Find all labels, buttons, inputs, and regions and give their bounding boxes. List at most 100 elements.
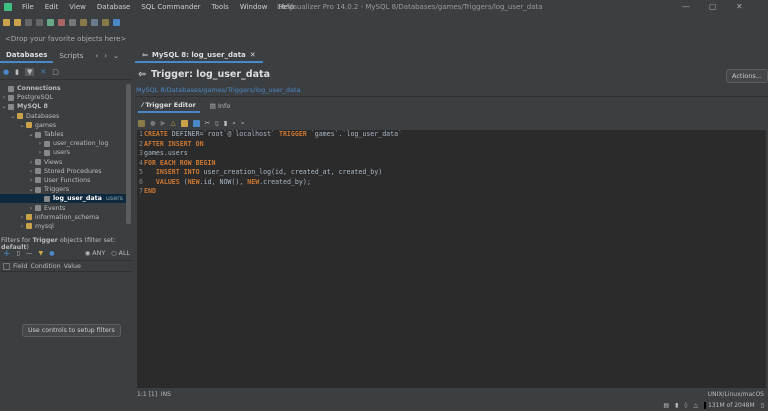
run-icon[interactable] [113, 18, 120, 26]
menu-view[interactable]: View [69, 3, 86, 11]
expand-icon[interactable]: ✕ [40, 68, 46, 76]
tree-node[interactable]: › Stored Procedures [0, 167, 126, 176]
chevron-right-icon[interactable]: › [36, 140, 44, 147]
chevron-down-icon[interactable]: ⌄ [9, 113, 17, 120]
tab-info[interactable]: ▤ Info [210, 102, 231, 112]
tree-node[interactable]: › information_schema [0, 213, 126, 222]
filter-icon[interactable]: ▼ [24, 67, 35, 76]
monitor-icon[interactable] [91, 18, 98, 26]
chevron-down-icon[interactable]: ⌄ [27, 131, 35, 138]
tree-node[interactable]: ⌄ games [0, 121, 126, 130]
collapse-icon[interactable]: ▮ [15, 68, 19, 76]
save-all-icon[interactable] [36, 18, 43, 26]
open-icon[interactable] [180, 119, 188, 127]
chevron-down-icon[interactable]: ⌄ [0, 103, 8, 110]
save-icon[interactable] [25, 18, 32, 26]
find-icon[interactable]: ⌕ [232, 119, 236, 128]
export-icon[interactable] [102, 18, 109, 26]
open-file-icon[interactable] [14, 18, 21, 26]
code-line: 2 AFTER INSERT ON [137, 140, 766, 150]
tree-node[interactable]: ⌄ Databases [0, 112, 126, 121]
stop-icon[interactable]: ● [150, 119, 156, 127]
refresh-icon[interactable]: ● [49, 250, 55, 257]
chevron-down-icon[interactable]: ⌄ [113, 52, 119, 60]
tree-node[interactable]: › user_creation_log [0, 139, 126, 148]
menu-edit[interactable]: Edit [45, 3, 59, 11]
memory-indicator[interactable]: 131M of 2048M [704, 402, 755, 409]
copy-icon[interactable]: ▯ [215, 119, 219, 127]
refresh-icon[interactable]: ● [3, 68, 9, 76]
window-icon[interactable]: ▢ [52, 68, 59, 76]
close-tab-icon[interactable]: ✕ [250, 51, 256, 59]
warning-icon[interactable]: △ [693, 402, 698, 409]
line-ending[interactable]: UNIX/Linux/macOS [708, 391, 764, 398]
setup-filters-button[interactable]: Use controls to setup filters [22, 324, 121, 337]
tree-node[interactable]: › PostgreSQL [0, 93, 126, 102]
disconnect-icon[interactable] [58, 18, 65, 26]
save-icon[interactable] [138, 119, 145, 127]
location-icon[interactable]: ◊ [684, 402, 687, 409]
cut-icon[interactable]: ✂ [205, 119, 210, 127]
node-label: user_creation_log [53, 140, 109, 148]
filter-icon[interactable]: ▼ [38, 250, 43, 257]
tree-node[interactable]: › Events [0, 203, 126, 212]
tree-node[interactable]: ⌄ MySQL 8 [0, 102, 126, 111]
tree-node[interactable]: › Views [0, 158, 126, 167]
tab-scripts[interactable]: Scripts [53, 49, 89, 63]
save-as-icon[interactable] [192, 119, 200, 127]
tree-node[interactable]: › users [0, 148, 126, 157]
node-icon [8, 94, 14, 101]
chevron-right-icon[interactable]: › [0, 94, 8, 101]
tree-node[interactable]: Connections [0, 84, 126, 93]
open-folder-icon[interactable] [3, 18, 10, 26]
chevron-right-icon[interactable]: › [18, 214, 26, 221]
database-icon[interactable] [69, 18, 76, 26]
chevron-left-icon[interactable]: ‹ [95, 52, 98, 60]
remove-icon[interactable]: — [26, 250, 32, 257]
warning-icon[interactable]: △ [171, 119, 176, 127]
chevron-right-icon[interactable]: › [27, 177, 35, 184]
trash-icon[interactable]: ▯ [761, 402, 764, 409]
chevron-right-icon[interactable]: › [36, 149, 44, 156]
chevron-down-icon[interactable]: ⌄ [18, 122, 26, 129]
copy-icon[interactable]: ▯ [17, 250, 20, 257]
tree-scrollbar[interactable] [126, 84, 131, 224]
console-icon[interactable]: ▤ [663, 402, 669, 409]
maximize-icon[interactable]: ▢ [709, 2, 717, 11]
chevron-right-icon[interactable]: › [104, 52, 107, 60]
menu-window[interactable]: Window [240, 3, 268, 11]
chevron-right-icon[interactable]: › [27, 159, 35, 166]
close-icon[interactable]: ✕ [736, 2, 743, 11]
select-all-checkbox[interactable] [3, 262, 10, 270]
breadcrumb[interactable]: MySQL 8/Databases/games/Triggers/log_use… [136, 86, 301, 94]
menu-file[interactable]: File [22, 3, 34, 11]
chevron-right-icon[interactable]: › [27, 205, 35, 212]
sql-editor[interactable]: 1 CREATE DEFINER=`root`@`localhost` TRIGG… [137, 130, 766, 388]
tree-node[interactable]: ⌄ Tables [0, 130, 126, 139]
tools-icon[interactable] [80, 18, 87, 26]
tab-log-user-data[interactable]: ⇦ MySQL 8: log_user_data ✕ [135, 49, 263, 63]
menu-tools[interactable]: Tools [212, 3, 229, 11]
radio-any[interactable]: ◉ ANY [85, 250, 105, 257]
paste-icon[interactable]: ▮ [224, 119, 228, 127]
tree-node[interactable]: log_user_data users [0, 194, 126, 204]
add-icon[interactable]: + [3, 249, 11, 259]
radio-all[interactable]: ○ ALL [111, 250, 130, 257]
tree-node[interactable]: ⌄ Triggers [0, 185, 126, 194]
replace-icon[interactable]: ⌕ [241, 119, 245, 128]
tab-trigger-editor[interactable]: ⁄ Trigger Editor [138, 101, 200, 113]
chevron-right-icon[interactable]: › [27, 168, 35, 175]
tree-node[interactable]: › User Functions [0, 176, 126, 185]
minimize-icon[interactable]: — [682, 2, 690, 11]
db-icon[interactable]: ▮ [675, 402, 678, 409]
menu-database[interactable]: Database [97, 3, 130, 11]
chevron-down-icon[interactable]: ⌄ [27, 186, 35, 193]
execute-icon[interactable]: ▶ [161, 119, 166, 127]
actions-button[interactable]: Actions... [726, 69, 768, 83]
chevron-right-icon[interactable]: › [18, 223, 26, 230]
tab-databases[interactable]: Databases [0, 49, 54, 63]
connect-icon[interactable] [47, 18, 54, 26]
favorites-bar[interactable]: <Drop your favorite objects here> [5, 35, 126, 43]
menu-sql-commander[interactable]: SQL Commander [141, 3, 200, 11]
tree-node[interactable]: › mysql [0, 222, 126, 231]
